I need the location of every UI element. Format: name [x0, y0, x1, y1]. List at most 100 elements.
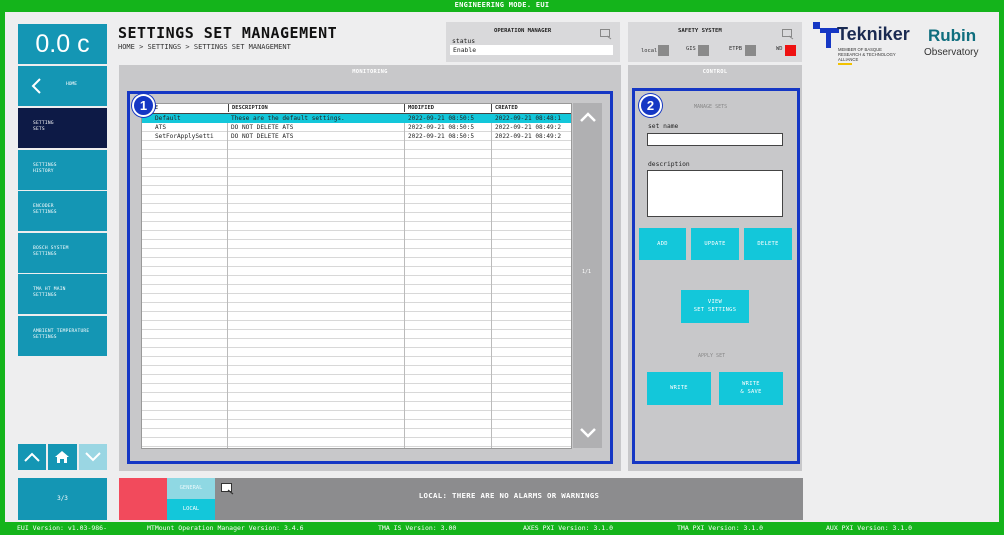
set-name-input[interactable]	[647, 133, 783, 146]
set-name-label: set name	[648, 123, 679, 130]
safety-wd-indicator	[785, 45, 796, 56]
axes-pxi-version: AXES PXI Version: 3.1.0	[523, 524, 614, 532]
update-button[interactable]: UPDATE	[691, 228, 739, 260]
control-badge-number: 2	[646, 98, 655, 113]
sidebar-item-label: TMA HT MAIN SETTINGS	[33, 287, 66, 298]
version-footer: EUI Version: v1.03-986- MTMount Operatio…	[0, 522, 1004, 535]
chevron-down-icon	[85, 452, 101, 462]
sidebar-item-setting-sets[interactable]: SETTING SETS	[18, 108, 107, 148]
sidebar-item-bosch-system-settings[interactable]: BOSCH SYSTEM SETTINGS	[18, 233, 107, 273]
sidebar-item-label: ENCODER SETTINGS	[33, 204, 57, 215]
popout-icon[interactable]	[782, 29, 794, 40]
settings-sets-table[interactable]: NAME DESCRIPTION MODIFIED CREATED Defaul…	[141, 103, 572, 449]
column-header-created[interactable]: CREATED	[491, 104, 571, 112]
sidebar-item-settings-history[interactable]: SETTINGS HISTORY	[18, 150, 107, 190]
write-save-line1: WRITE	[742, 381, 760, 387]
sidebar-home-button[interactable]	[48, 444, 77, 470]
mtmount-version: MTMount Operation Manager Version: 3.4.6	[147, 524, 304, 532]
safety-local-indicator	[658, 45, 669, 56]
status-value: Enable	[453, 46, 477, 54]
alarm-indicator[interactable]	[119, 478, 167, 520]
safety-gis-indicator	[698, 45, 709, 56]
view-label-line1: VIEW	[707, 299, 723, 305]
rubin-name: Rubin	[928, 26, 977, 45]
mode-title: ENGINEERING MODE. EUI	[454, 1, 550, 9]
cell-name: SetForApplySetti	[155, 133, 214, 140]
control-title: CONTROL	[702, 69, 728, 75]
operation-manager-panel: OPERATION MANAGER status Enable	[446, 22, 620, 62]
add-button[interactable]: ADD	[639, 228, 686, 260]
tekniker-subtitle: MEMBER OF BASQUE RESEARCH & TECHNOLOGY A…	[838, 47, 896, 62]
cell-name: Default	[155, 115, 181, 122]
monitoring-badge: 1	[132, 94, 155, 117]
cell-description: DO NOT DELETE ATS	[231, 124, 294, 131]
sidebar-item-encoder-settings[interactable]: ENCODER SETTINGS	[18, 191, 107, 231]
temperature-tile: 0.0 c	[18, 24, 107, 64]
write-and-save-button[interactable]: WRITE & SAVE	[719, 372, 783, 405]
cell-name: ATS	[155, 124, 167, 131]
table-header: NAME DESCRIPTION MODIFIED CREATED	[142, 104, 571, 114]
cell-modified: 2022-09-21 08:50:5	[408, 133, 475, 140]
view-set-settings-button[interactable]: VIEW SET SETTINGS	[681, 290, 749, 323]
description-label: description	[648, 161, 690, 168]
page-counter-text: 3/3	[57, 495, 68, 502]
alarm-message: LOCAL: THERE ARE NO ALARMS OR WARNINGS	[418, 491, 600, 500]
chevron-down-icon[interactable]	[579, 427, 597, 439]
sidebar-scroll-down-button[interactable]	[79, 444, 107, 470]
tab-local-label: LOCAL	[182, 506, 200, 512]
status-label: status	[452, 37, 476, 45]
popout-icon[interactable]	[600, 29, 612, 40]
table-row[interactable]: ATS DO NOT DELETE ATS 2022-09-21 08:50:5…	[142, 123, 571, 132]
sidebar-page-counter: 3/3	[18, 478, 107, 520]
sidebar-scroll-up-button[interactable]	[18, 444, 46, 470]
safety-etpb-indicator	[745, 45, 756, 56]
safety-etpb-label: ETPB	[729, 46, 742, 52]
write-save-line2: & SAVE	[740, 388, 762, 395]
sidebar-item-label: BOSCH SYSTEM SETTINGS	[33, 246, 69, 257]
home-icon	[55, 451, 69, 463]
tma-is-version: TMA IS Version: 3.00	[378, 524, 457, 532]
page-title: SETTINGS SET MANAGEMENT	[118, 24, 338, 42]
breadcrumb: HOME > SETTINGS > SETTINGS SET MANAGEMEN…	[118, 43, 291, 51]
rubin-observatory: Observatory	[924, 47, 979, 58]
aux-pxi-version: AUX PXI Version: 3.1.0	[826, 524, 913, 532]
table-row[interactable]: SetForApplySetti DO NOT DELETE ATS 2022-…	[142, 132, 571, 141]
cell-created: 2022-09-21 08:48:1	[495, 115, 562, 122]
monitoring-panel: MONITORING NAME DESCRIPTION MODIFIED CRE…	[119, 65, 621, 471]
home-back-button[interactable]: HOME	[18, 66, 107, 106]
column-header-modified[interactable]: MODIFIED	[404, 104, 491, 112]
cell-description: DO NOT DELETE ATS	[231, 133, 294, 140]
table-scrollbar[interactable]: 1/1	[573, 103, 602, 448]
column-header-description[interactable]: DESCRIPTION	[228, 104, 404, 112]
description-textarea[interactable]	[647, 170, 783, 217]
sidebar-item-ambient-temperature-settings[interactable]: AMBIENT TEMPERATURE SETTINGS	[18, 316, 107, 356]
add-label: ADD	[657, 241, 668, 247]
chevron-up-icon[interactable]	[579, 111, 597, 123]
tab-general-label: GENERAL	[179, 485, 203, 491]
table-row[interactable]: Default These are the default settings. …	[142, 114, 571, 123]
update-label: UPDATE	[704, 241, 726, 247]
control-badge: 2	[639, 94, 662, 117]
tma-pxi-version: TMA PXI Version: 3.1.0	[677, 524, 764, 532]
monitoring-badge-number: 1	[139, 98, 148, 113]
sidebar-item-label: SETTING SETS	[33, 121, 54, 132]
safety-wd-label: WD	[776, 46, 783, 52]
write-label: WRITE	[670, 385, 688, 391]
safety-system-title: SAFETY SYSTEM	[678, 28, 722, 34]
tekniker-underline	[838, 63, 852, 65]
cell-created: 2022-09-21 08:49:2	[495, 133, 562, 140]
safety-system-panel: SAFETY SYSTEM local GIS ETPB WD	[628, 22, 802, 62]
cell-description: These are the default settings.	[231, 115, 345, 122]
tab-local[interactable]: LOCAL	[167, 499, 215, 520]
chevron-up-icon	[24, 452, 40, 462]
tab-general[interactable]: GENERAL	[167, 478, 215, 499]
sidebar-item-tma-ht-main-settings[interactable]: TMA HT MAIN SETTINGS	[18, 274, 107, 314]
status-field: Enable	[450, 45, 613, 55]
rubin-logo: Rubin Observatory	[924, 22, 990, 62]
monitoring-title: MONITORING	[352, 69, 388, 75]
cell-modified: 2022-09-21 08:50:5	[408, 115, 475, 122]
delete-button[interactable]: DELETE	[744, 228, 792, 260]
chevron-left-icon	[31, 78, 41, 94]
write-button[interactable]: WRITE	[647, 372, 711, 405]
tekniker-name: Tekniker	[837, 24, 910, 44]
